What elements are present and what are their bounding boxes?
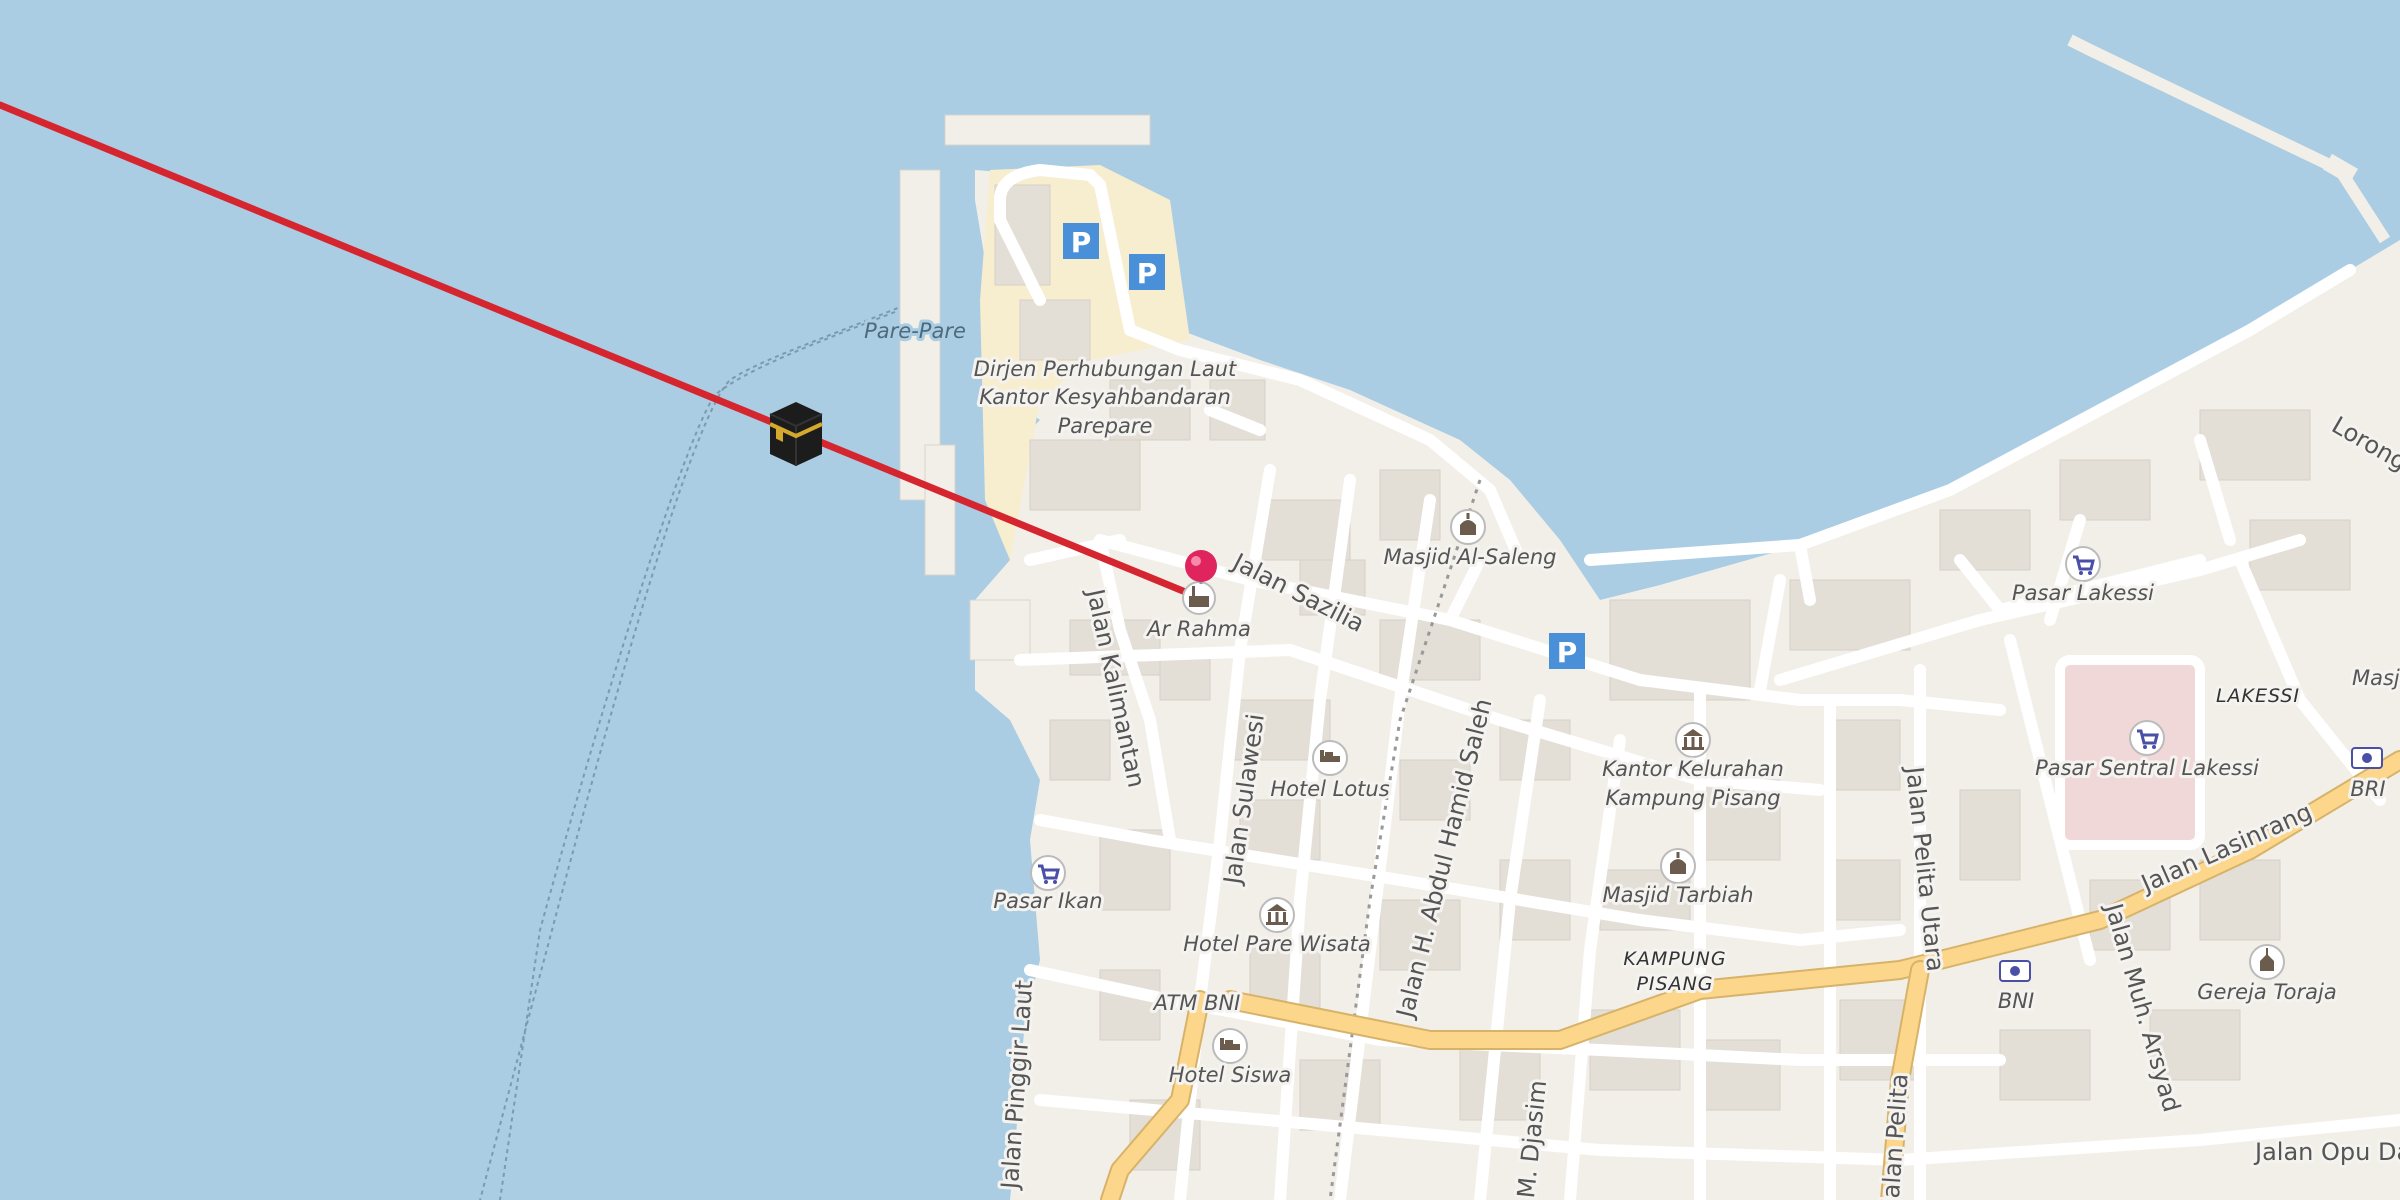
label-dirjen-1: Dirjen Perhubungan Laut	[974, 357, 1237, 381]
mosque-icon[interactable]	[1450, 509, 1486, 545]
label-lakessi: LAKESSI	[2216, 685, 2300, 707]
label-dirjen-2: Kantor Kesyahbandaran	[979, 385, 1231, 409]
label-dirjen-3: Parepare	[1058, 414, 1153, 438]
church-icon[interactable]	[2249, 944, 2285, 980]
label-pasar-ikan: Pasar Ikan	[993, 889, 1102, 913]
market-block	[2055, 655, 2205, 850]
label-masjid-alsaleng: Masjid Al-Saleng	[1384, 545, 1557, 569]
svg-text:P: P	[1071, 226, 1092, 259]
mosque-icon[interactable]	[1660, 848, 1696, 884]
banknote-icon[interactable]	[1999, 960, 2031, 982]
label-ar-rahma: Ar Rahma	[1145, 617, 1251, 641]
label-bni: BNI	[1998, 989, 2034, 1013]
parking-marker-3[interactable]: P	[1549, 633, 1585, 669]
shopping-cart-icon[interactable]	[2129, 720, 2165, 756]
label-masjid-tarbiah: Masjid Tarbiah	[1602, 883, 1753, 907]
label-pasar-lakessi: Pasar Lakessi	[2012, 581, 2154, 605]
shopping-cart-icon[interactable]	[2065, 546, 2101, 582]
label-hotel-pare-wisata: Hotel Pare Wisata	[1183, 932, 1371, 956]
map-canvas[interactable]: P P P Pare-Pare Dirjen Perhubungan Laut …	[0, 0, 2400, 1200]
bed-icon[interactable]	[1312, 740, 1348, 776]
government-building-icon[interactable]	[1675, 722, 1711, 758]
label-gereja-toraja: Gereja Toraja	[2197, 980, 2336, 1004]
svg-text:P: P	[1137, 257, 1158, 290]
banknote-icon[interactable]	[2351, 747, 2383, 769]
label-masj: Masj	[2352, 666, 2400, 690]
label-jalan-opu-daeng: Jalan Opu Daeng	[2253, 1138, 2400, 1166]
label-pasar-sentral: Pasar Sentral Lakessi	[2035, 756, 2259, 780]
label-hotel-siswa: Hotel Siswa	[1169, 1063, 1291, 1087]
label-kampung-pisang-1: KAMPUNG	[1623, 948, 1726, 970]
label-pare-pare: Pare-Pare	[864, 319, 966, 343]
label-bri: BRI	[2350, 777, 2385, 801]
kaaba-icon[interactable]	[769, 402, 823, 466]
shopping-cart-icon[interactable]	[1030, 855, 1066, 891]
parking-marker-1[interactable]: P	[1063, 223, 1099, 259]
parking-marker-2[interactable]: P	[1129, 254, 1165, 290]
government-building-icon[interactable]	[1259, 897, 1295, 933]
label-atm-bni: ATM BNI	[1152, 991, 1241, 1015]
label-kantor-kelurahan-1: Kantor Kelurahan	[1602, 757, 1784, 781]
label-kampung-pisang-2: PISANG	[1636, 973, 1713, 995]
mosque-icon[interactable]	[1182, 581, 1216, 615]
svg-text:P: P	[1557, 636, 1578, 669]
label-hotel-lotus: Hotel Lotus	[1270, 777, 1389, 801]
label-kantor-kelurahan-2: Kampung Pisang	[1605, 786, 1780, 810]
bed-icon[interactable]	[1212, 1028, 1248, 1064]
